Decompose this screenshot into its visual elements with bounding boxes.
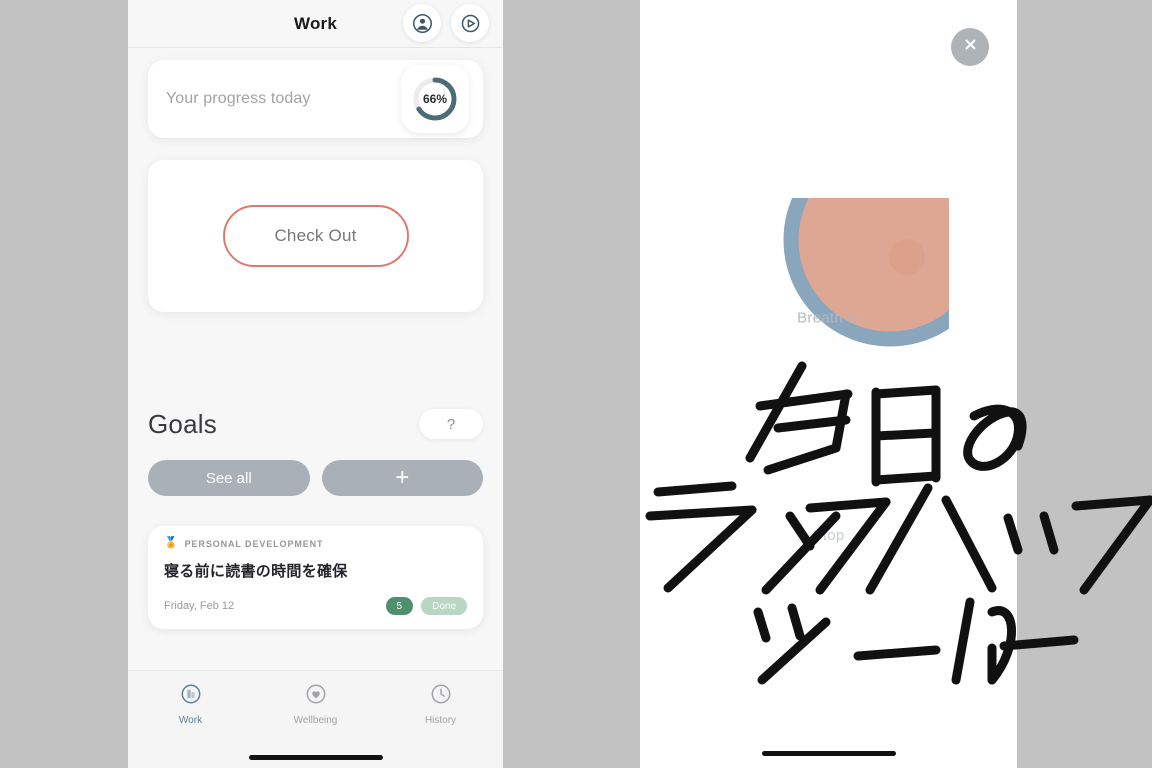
check-out-button[interactable]: Check Out xyxy=(222,205,409,267)
work-building-icon xyxy=(180,683,202,710)
bottom-navigation: Work Wellbeing History xyxy=(128,670,503,768)
goal-badges: 5 Done xyxy=(385,597,467,615)
goals-actions: See all + xyxy=(148,460,483,496)
globe-play-icon xyxy=(460,13,481,34)
goal-count-badge: 5 xyxy=(385,597,414,615)
home-indicator-left xyxy=(248,755,383,760)
nav-tab-history[interactable]: History xyxy=(378,683,503,726)
heart-circle-icon xyxy=(305,683,327,710)
progress-percent-text: 66% xyxy=(422,92,448,106)
left-phone-screen: Work Your progress today 66% Check Out G… xyxy=(128,0,503,768)
close-x-icon xyxy=(962,36,979,58)
add-goal-button[interactable]: + xyxy=(321,460,483,496)
account-button[interactable] xyxy=(403,4,441,42)
nav-tab-wellbeing-label: Wellbeing xyxy=(293,715,338,726)
goals-help-button[interactable]: ? xyxy=(419,409,483,439)
account-circle-icon xyxy=(412,13,433,34)
progress-label: Your progress today xyxy=(166,90,311,107)
progress-ring: 66% xyxy=(410,74,460,124)
topbar-actions xyxy=(403,4,489,42)
clock-icon xyxy=(430,683,452,710)
checkout-card: Check Out xyxy=(148,160,483,312)
home-indicator-right xyxy=(761,751,896,756)
goal-title: 寝る前に読書の時間を確保 xyxy=(164,563,348,580)
screenshot-stage: Work Your progress today 66% Check Out G… xyxy=(0,0,1152,768)
nav-tab-work[interactable]: Work xyxy=(128,683,253,726)
progress-card: Your progress today 66% xyxy=(148,60,483,138)
stop-button[interactable]: Stop xyxy=(640,527,1017,544)
goals-header: Goals ? xyxy=(148,404,483,444)
close-button[interactable] xyxy=(951,28,989,66)
goal-status-badge: Done xyxy=(421,597,467,615)
play-globe-button[interactable] xyxy=(451,4,489,42)
nav-tab-wellbeing[interactable]: Wellbeing xyxy=(253,683,378,726)
nav-tab-work-label: Work xyxy=(178,715,203,726)
progress-ring-chip[interactable]: 66% xyxy=(401,65,469,133)
breath-instruction-label: Breath in xyxy=(797,309,860,327)
nav-tabs: Work Wellbeing History xyxy=(128,671,503,726)
app-topbar: Work xyxy=(128,0,503,48)
goal-category-row: 🏅 PERSONAL DEVELOPMENT xyxy=(164,538,467,549)
breathing-ring: Breath in xyxy=(709,198,949,438)
nav-tab-history-label: History xyxy=(424,715,457,726)
medal-icon: 🏅 xyxy=(164,537,179,549)
goals-title: Goals xyxy=(148,408,217,439)
right-phone-screen: Breath in Stop xyxy=(640,0,1017,768)
see-all-button[interactable]: See all xyxy=(148,460,310,496)
page-title: Work xyxy=(294,13,337,33)
goal-category-label: PERSONAL DEVELOPMENT xyxy=(184,538,324,549)
main-scroll-area: Your progress today 66% Check Out Goals … xyxy=(128,60,503,682)
goal-footer: Friday, Feb 12 5 Done xyxy=(164,597,467,615)
goal-date: Friday, Feb 12 xyxy=(164,600,235,612)
goal-list-item[interactable]: 🏅 PERSONAL DEVELOPMENT 寝る前に読書の時間を確保 Frid… xyxy=(148,526,483,629)
